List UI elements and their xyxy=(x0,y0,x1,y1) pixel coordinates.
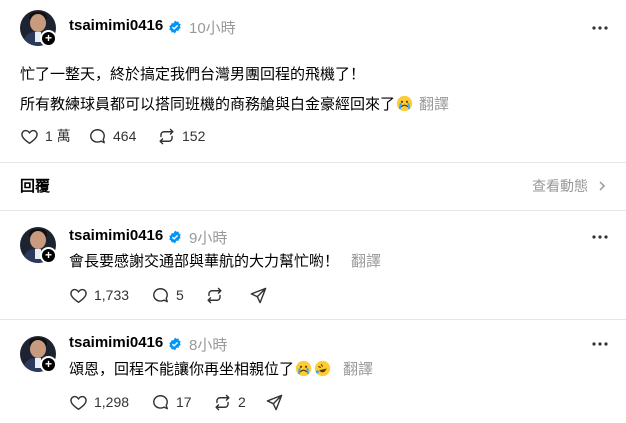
repost-count: 2 xyxy=(238,394,246,410)
heart-icon xyxy=(21,129,38,144)
chevron-right-icon xyxy=(599,181,606,191)
replies-title: 回覆 xyxy=(20,178,51,195)
view-activity-label: 查看動態 xyxy=(532,178,588,194)
divider xyxy=(0,162,626,163)
more-options-icon[interactable] xyxy=(590,18,610,38)
post-actions: 1 萬 464 152 xyxy=(20,125,320,147)
repost-button[interactable] xyxy=(205,284,224,306)
reply-text: 頌恩，回程不能讓你再坐相親位了 翻譯 xyxy=(69,358,373,379)
verified-badge-icon xyxy=(169,230,181,244)
reply-post-1: + tsaimimi0416 9小時 會長要感謝交通部與華航的大力幫忙喲！ 翻譯 … xyxy=(0,211,626,319)
post-time: 9小時 xyxy=(189,230,228,247)
crying-face-emoji-icon xyxy=(295,360,312,377)
repost-button[interactable]: 2 xyxy=(213,391,246,413)
post-text-line-1: 忙了一整天，終於搞定我們台灣男團回程的飛機了！ xyxy=(20,66,366,83)
repost-button[interactable]: 152 xyxy=(157,125,205,147)
comment-count: 5 xyxy=(176,287,184,303)
like-count: 1,298 xyxy=(94,394,130,410)
post-text-line-2: 所有教練球員都可以搭同班機的商務艙與白金豪經回來了 翻譯 xyxy=(20,93,449,114)
comment-count: 17 xyxy=(176,394,192,410)
comment-button[interactable]: 5 xyxy=(151,284,184,306)
repost-count: 152 xyxy=(182,128,206,144)
more-options-icon[interactable] xyxy=(590,334,610,354)
follow-plus-icon[interactable]: + xyxy=(40,30,57,47)
like-count: 1,733 xyxy=(94,287,130,303)
heart-icon xyxy=(70,395,87,410)
post-time: 8小時 xyxy=(189,337,228,354)
username[interactable]: tsaimimi0416 xyxy=(69,17,163,34)
repost-icon xyxy=(207,287,222,303)
post-time: 10小時 xyxy=(189,20,236,37)
post-text-line-2-content: 所有教練球員都可以搭同班機的商務艙與白金豪經回來了 xyxy=(20,96,396,113)
username[interactable]: tsaimimi0416 xyxy=(69,334,163,351)
reply-post-2: + tsaimimi0416 8小時 頌恩，回程不能讓你再坐相親位了 翻譯 1,… xyxy=(0,320,626,423)
comment-count: 464 xyxy=(113,128,137,144)
like-button[interactable]: 1,733 xyxy=(69,284,129,306)
reply-actions: 1,298 17 2 xyxy=(69,391,319,413)
reply-text-content: 會長要感謝交通部與華航的大力幫忙喲！ xyxy=(69,253,340,270)
repost-icon xyxy=(215,394,230,410)
comment-icon xyxy=(153,394,168,409)
verified-badge-icon xyxy=(169,337,181,351)
translate-link[interactable]: 翻譯 xyxy=(351,253,381,270)
comment-icon xyxy=(153,287,168,302)
comment-icon xyxy=(90,128,105,143)
view-activity-link[interactable]: 查看動態 xyxy=(532,176,608,196)
translate-link[interactable]: 翻譯 xyxy=(343,361,373,378)
reply-text: 會長要感謝交通部與華航的大力幫忙喲！ 翻譯 xyxy=(69,250,381,271)
share-button[interactable] xyxy=(249,284,268,306)
reply-actions: 1,733 5 xyxy=(69,284,319,306)
like-button[interactable]: 1 萬 xyxy=(20,125,71,147)
like-count: 1 萬 xyxy=(45,128,71,144)
rolling-laughing-emoji-icon xyxy=(314,360,331,377)
more-options-icon[interactable] xyxy=(590,227,610,247)
heart-icon xyxy=(70,288,87,303)
share-button[interactable] xyxy=(265,391,284,413)
comment-button[interactable]: 464 xyxy=(88,125,136,147)
translate-link[interactable]: 翻譯 xyxy=(419,96,449,113)
like-button[interactable]: 1,298 xyxy=(69,391,129,413)
repost-icon xyxy=(159,128,174,144)
verified-badge-icon xyxy=(169,20,181,34)
reply-text-content: 頌恩，回程不能讓你再坐相親位了 xyxy=(69,361,295,378)
follow-plus-icon[interactable]: + xyxy=(40,356,57,373)
send-icon xyxy=(266,394,283,410)
comment-button[interactable]: 17 xyxy=(151,391,192,413)
follow-plus-icon[interactable]: + xyxy=(40,247,57,264)
username[interactable]: tsaimimi0416 xyxy=(69,227,163,244)
crying-face-emoji-icon xyxy=(396,95,413,112)
send-icon xyxy=(250,287,267,303)
